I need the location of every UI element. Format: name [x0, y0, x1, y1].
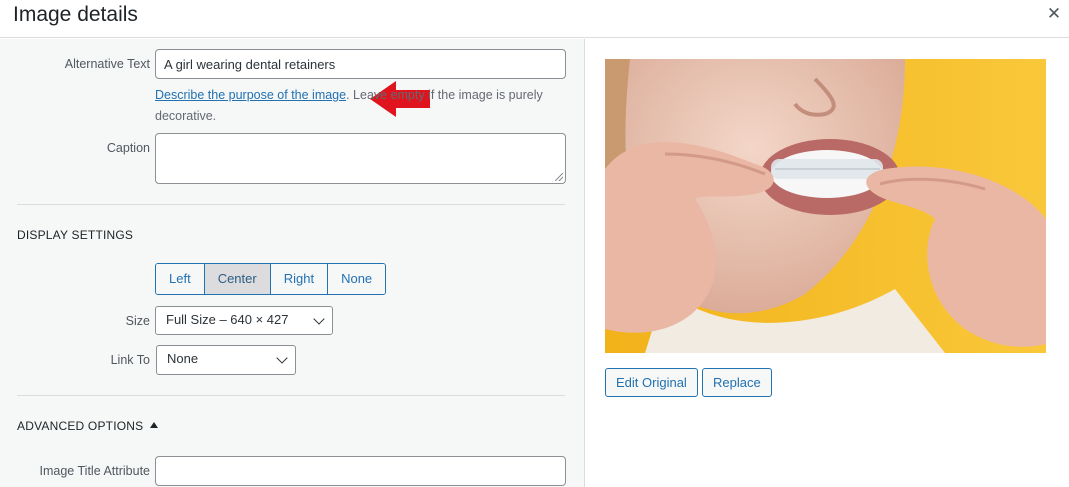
title-attribute-label: Image Title Attribute	[39, 464, 150, 478]
link-to-select[interactable]: None	[156, 345, 296, 375]
align-right-button[interactable]: Right	[270, 264, 329, 294]
advanced-options-toggle[interactable]: ADVANCED OPTIONS	[17, 419, 159, 433]
close-icon[interactable]: ✕	[1045, 4, 1063, 24]
caption-label: Caption	[106, 141, 150, 155]
describe-purpose-link[interactable]: Describe the purpose of the image	[155, 88, 346, 102]
align-none-button[interactable]: None	[328, 264, 386, 294]
alt-text-label: Alternative Text	[64, 57, 150, 71]
size-select-value: Full Size – 640 × 427	[166, 312, 289, 327]
divider	[17, 204, 565, 205]
advanced-options-heading: ADVANCED OPTIONS	[17, 419, 144, 433]
divider	[17, 395, 565, 396]
edit-original-button[interactable]: Edit Original	[605, 368, 698, 397]
display-settings-heading: DISPLAY SETTINGS	[17, 228, 134, 242]
preview-panel: Edit Original Replace	[586, 39, 1069, 487]
size-select[interactable]: Full Size – 640 × 427	[155, 306, 333, 335]
replace-button[interactable]: Replace	[702, 368, 772, 397]
image-preview	[605, 59, 1046, 353]
alt-text-input[interactable]	[155, 49, 566, 79]
link-to-label: Link To	[110, 353, 150, 367]
align-center-button[interactable]: Center	[204, 264, 271, 294]
dialog-title: Image details	[13, 3, 138, 26]
alignment-button-group: Left Center Right None	[155, 263, 387, 295]
chevron-down-icon	[313, 313, 325, 325]
link-to-select-value: None	[167, 351, 199, 366]
size-label: Size	[125, 314, 150, 328]
dialog-header: Image details ✕	[0, 0, 1069, 38]
resize-handle-icon[interactable]	[555, 173, 563, 181]
align-left-button[interactable]: Left	[156, 264, 205, 294]
title-attribute-input[interactable]	[155, 456, 566, 486]
alt-text-help: Describe the purpose of the image. Leave…	[155, 85, 570, 127]
chevron-down-icon	[276, 352, 288, 364]
settings-panel: Alternative Text Describe the purpose of…	[0, 39, 585, 487]
image-details-dialog: Image details ✕ Alternative Text Describ…	[0, 0, 1069, 487]
image-preview-illustration	[605, 59, 1046, 353]
caret-up-icon	[150, 422, 159, 428]
caption-field[interactable]	[155, 133, 566, 184]
